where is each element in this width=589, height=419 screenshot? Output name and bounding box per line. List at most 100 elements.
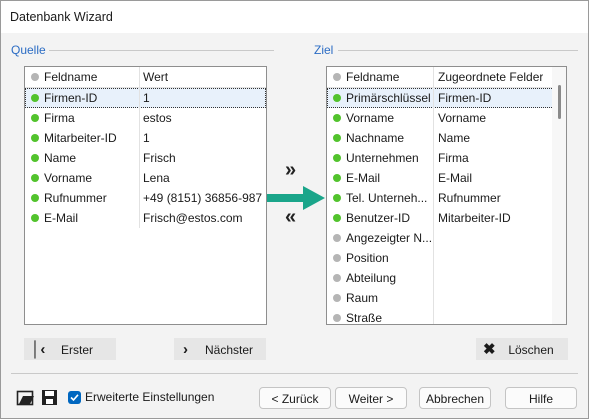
source-list-row[interactable]: Rufnummer +49 (8151) 36856-987 [25, 188, 266, 208]
status-dot-icon [333, 214, 341, 222]
x-mark-icon: ✖ [483, 341, 496, 358]
column-separator [433, 188, 434, 208]
wizard-window: Datenbank Wizard Quelle Feldname Wert Fi… [0, 0, 589, 419]
column-separator [433, 88, 434, 108]
source-list-row[interactable]: Firmen-ID 1 [25, 88, 266, 108]
target-list-row[interactable]: Raum [327, 288, 566, 308]
source-list-row[interactable]: Name Frisch [25, 148, 266, 168]
status-dot-icon [333, 294, 341, 302]
target-list-row[interactable]: Angezeigter N... [327, 228, 566, 248]
first-button[interactable]: │‹ Erster [24, 338, 116, 360]
checkmark-icon [70, 394, 79, 402]
delete-button[interactable]: ✖ Löschen [476, 338, 568, 360]
field-value: Frisch@estos.com [143, 211, 243, 225]
cancel-button[interactable]: Abbrechen [419, 387, 491, 409]
delete-button-label: Löschen [508, 343, 554, 357]
column-separator [139, 67, 140, 87]
status-dot-icon [333, 174, 341, 182]
source-group-label: Quelle [11, 43, 46, 57]
field-value: +49 (8151) 36856-987 [143, 191, 263, 205]
column-separator [433, 168, 434, 188]
remove-all-button[interactable]: « [285, 207, 296, 227]
floppy-disk-icon[interactable] [40, 388, 60, 408]
column-separator [433, 308, 434, 324]
field-value: 1 [143, 131, 150, 145]
target-list-header: Feldname Zugeordnete Felder [327, 67, 566, 88]
status-dot-icon [333, 134, 341, 142]
status-dot-icon [333, 254, 341, 262]
target-list-row[interactable]: Position [327, 248, 566, 268]
footer-divider [11, 373, 578, 374]
field-value: Lena [143, 171, 170, 185]
target-list-row[interactable]: Tel. Unterneh... Rufnummer [327, 188, 566, 208]
advanced-settings-label[interactable]: Erweiterte Einstellungen [85, 390, 214, 404]
status-dot-icon [31, 134, 39, 142]
scrollbar-thumb[interactable] [558, 85, 561, 119]
status-dot-icon [333, 234, 341, 242]
target-list-row[interactable]: Primärschlüssel Firmen-ID [327, 88, 566, 108]
source-header-value: Wert [143, 70, 169, 84]
back-button-label: < Zurück [271, 392, 319, 406]
column-separator [433, 228, 434, 248]
source-list-row[interactable]: Firma estos [25, 108, 266, 128]
target-list-row[interactable]: Vorname Vorname [327, 108, 566, 128]
help-button-label: Hilfe [528, 392, 553, 406]
next-button[interactable]: › Nächster [174, 338, 266, 360]
field-name: Benutzer-ID [346, 211, 411, 225]
field-name: Abteilung [346, 271, 397, 285]
column-separator [139, 88, 140, 108]
source-list-row[interactable]: Mitarbeiter-ID 1 [25, 128, 266, 148]
target-list-scrollbar[interactable] [552, 67, 566, 324]
field-name: Straße [346, 311, 383, 325]
field-name: Mitarbeiter-ID [44, 131, 117, 145]
column-separator [433, 288, 434, 308]
source-list-row[interactable]: E-Mail Frisch@estos.com [25, 208, 266, 228]
back-button[interactable]: < Zurück [259, 387, 331, 409]
target-field-list[interactable]: Feldname Zugeordnete Felder Primärschlüs… [326, 66, 567, 325]
field-value: Rufnummer [438, 191, 501, 205]
field-name: Vorname [346, 111, 395, 125]
header-status-icon [333, 73, 341, 81]
folder-open-icon[interactable] [16, 388, 36, 408]
column-separator [139, 208, 140, 228]
target-list-row[interactable]: Abteilung [327, 268, 566, 288]
column-separator [433, 67, 434, 87]
help-button[interactable]: Hilfe [505, 387, 577, 409]
source-field-list[interactable]: Feldname Wert Firmen-ID 1 Firma estos Mitarb… [24, 66, 267, 325]
target-list-row[interactable]: Unternehmen Firma [327, 148, 566, 168]
field-name: E-Mail [44, 211, 79, 225]
column-separator [139, 188, 140, 208]
forward-button-label: Weiter > [348, 392, 394, 406]
field-value: Firma [438, 151, 469, 165]
window-title: Datenbank Wizard [10, 10, 113, 24]
status-dot-icon [31, 94, 39, 102]
cancel-button-label: Abbrechen [425, 392, 485, 406]
column-separator [433, 268, 434, 288]
field-name: Angezeigter N... [346, 231, 432, 245]
target-list-row[interactable]: Straße [327, 308, 566, 325]
target-group-divider [338, 50, 578, 51]
column-separator [433, 108, 434, 128]
target-list-row[interactable]: E-Mail E-Mail [327, 168, 566, 188]
target-header-fieldname: Feldname [346, 70, 400, 84]
forward-button[interactable]: Weiter > [335, 387, 407, 409]
status-dot-icon [333, 274, 341, 282]
first-button-label: Erster [60, 343, 93, 357]
add-all-button[interactable]: » [285, 160, 296, 180]
status-dot-icon [333, 314, 341, 322]
target-list-row[interactable]: Benutzer-ID Mitarbeiter-ID [327, 208, 566, 228]
column-separator [139, 128, 140, 148]
column-separator [433, 128, 434, 148]
target-list-row[interactable]: Nachname Name [327, 128, 566, 148]
status-dot-icon [333, 194, 341, 202]
field-value: estos [143, 111, 172, 125]
field-name: Tel. Unterneh... [346, 191, 428, 205]
source-list-row[interactable]: Vorname Lena [25, 168, 266, 188]
field-value: Mitarbeiter-ID [438, 211, 511, 225]
target-header-assigned: Zugeordnete Felder [438, 70, 544, 84]
field-value: Vorname [438, 111, 487, 125]
status-dot-icon [31, 194, 39, 202]
source-header-fieldname: Feldname [44, 70, 98, 84]
status-dot-icon [333, 114, 341, 122]
advanced-settings-checkbox[interactable] [68, 391, 81, 404]
